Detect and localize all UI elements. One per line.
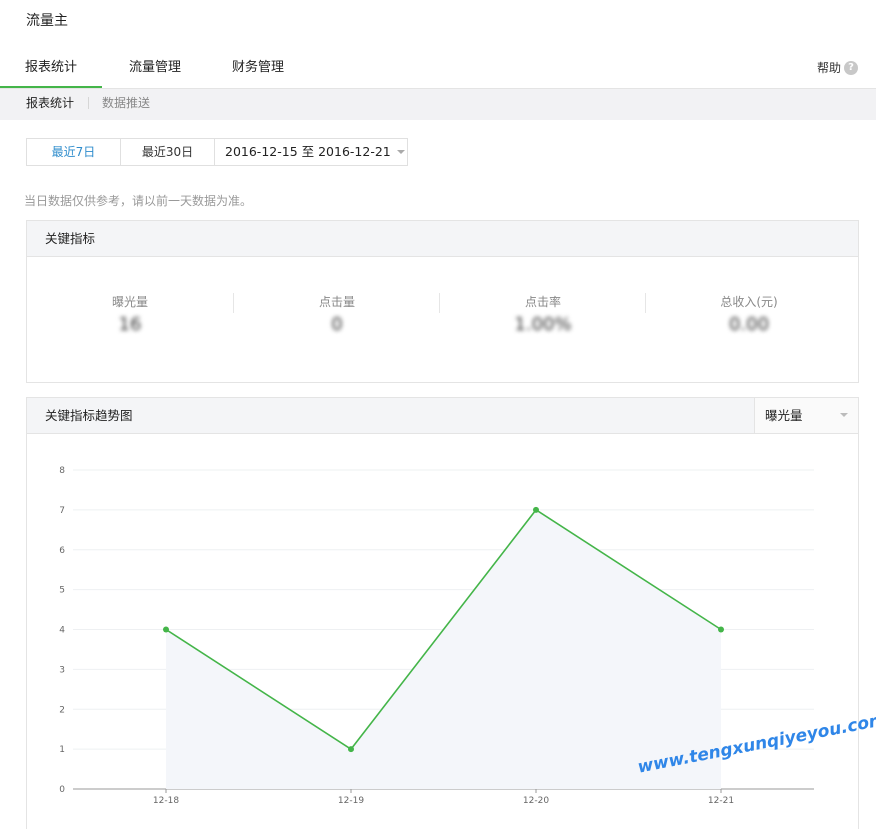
question-icon: ? [844,61,858,75]
series-area [166,509,721,789]
sub-nav: 报表统计 数据推送 [0,89,876,120]
metric-value: 0 [331,314,343,335]
tab-finance-management[interactable]: 财务管理 [222,48,294,86]
trend-title: 关键指标趋势图 [45,408,133,423]
metric-clicks: 点击量 0 [234,293,440,336]
subtab-data-push[interactable]: 数据推送 [102,89,150,117]
data-point [163,626,169,633]
custom-date-label: 2016-12-15 至 2016-12-21 [225,144,391,159]
subtab-report[interactable]: 报表统计 [26,89,74,117]
date-range-selector: 最近7日 最近30日 2016-12-15 至 2016-12-21 [26,138,408,166]
metric-value: 1.00% [514,314,572,335]
y-tick-label: 7 [59,506,65,516]
main-tab-bar: 报表统计 流量管理 财务管理 帮助 ? [0,48,876,89]
y-tick-label: 2 [59,705,65,715]
metric-label: 点击量 [318,295,355,309]
help-label: 帮助 [816,61,841,75]
sub-nav-divider [88,97,89,109]
y-tick-label: 5 [59,586,65,596]
x-tick-label: 12-21 [708,796,734,806]
help-link[interactable]: 帮助 ? [817,48,858,88]
x-tick-label: 12-18 [153,796,179,806]
y-tick-label: 4 [59,626,65,636]
range-7-days-button[interactable]: 最近7日 [27,139,121,165]
data-point [718,626,724,633]
metric-impressions: 曝光量 16 [27,293,233,336]
key-metrics-title: 关键指标 [27,221,858,257]
x-tick-label: 12-20 [523,796,549,806]
trend-header: 关键指标趋势图 曝光量 [27,398,858,434]
chevron-down-icon [840,413,848,417]
y-tick-label: 6 [59,546,65,556]
y-tick-label: 3 [59,665,65,675]
metric-label: 曝光量 [111,295,148,309]
app-title: 流量主 [26,13,68,29]
trend-panel: 关键指标趋势图 曝光量 0 1 2 3 4 5 6 7 8 12-18 12-19 12-20 12-2… [26,397,859,829]
metric-value: 16 [118,314,142,335]
metrics-row: 曝光量 16 点击量 0 点击率 1.00% 总收入(元) 0.00 [27,257,858,382]
data-notice: 当日数据仅供参考，请以前一天数据为准。 [24,194,253,208]
y-tick-label: 0 [59,785,65,795]
data-point [533,506,539,513]
key-metrics-panel: 关键指标 曝光量 16 点击量 0 点击率 1.00% 总收入(元) 0.00 [26,220,859,383]
metric-label: 总收入(元) [720,295,778,309]
chevron-down-icon [396,150,405,154]
trend-chart: 0 1 2 3 4 5 6 7 8 12-18 12-19 12-20 12-21 [59,466,814,806]
x-tick-label: 12-19 [338,796,364,806]
metric-select-value: 曝光量 [765,408,803,423]
range-30-days-button[interactable]: 最近30日 [121,139,215,165]
y-tick-label: 8 [59,466,65,476]
metric-value: 0.00 [728,314,770,335]
metric-ctr: 点击率 1.00% [440,293,646,336]
tab-report[interactable]: 报表统计 [0,48,102,88]
tab-traffic-management[interactable]: 流量管理 [119,48,191,86]
metric-revenue: 总收入(元) 0.00 [646,293,852,336]
metric-label: 点击率 [524,295,561,309]
y-tick-label: 1 [59,745,65,755]
data-point [348,746,354,753]
metric-select[interactable]: 曝光量 [754,398,858,433]
custom-date-picker[interactable]: 2016-12-15 至 2016-12-21 [215,139,407,165]
